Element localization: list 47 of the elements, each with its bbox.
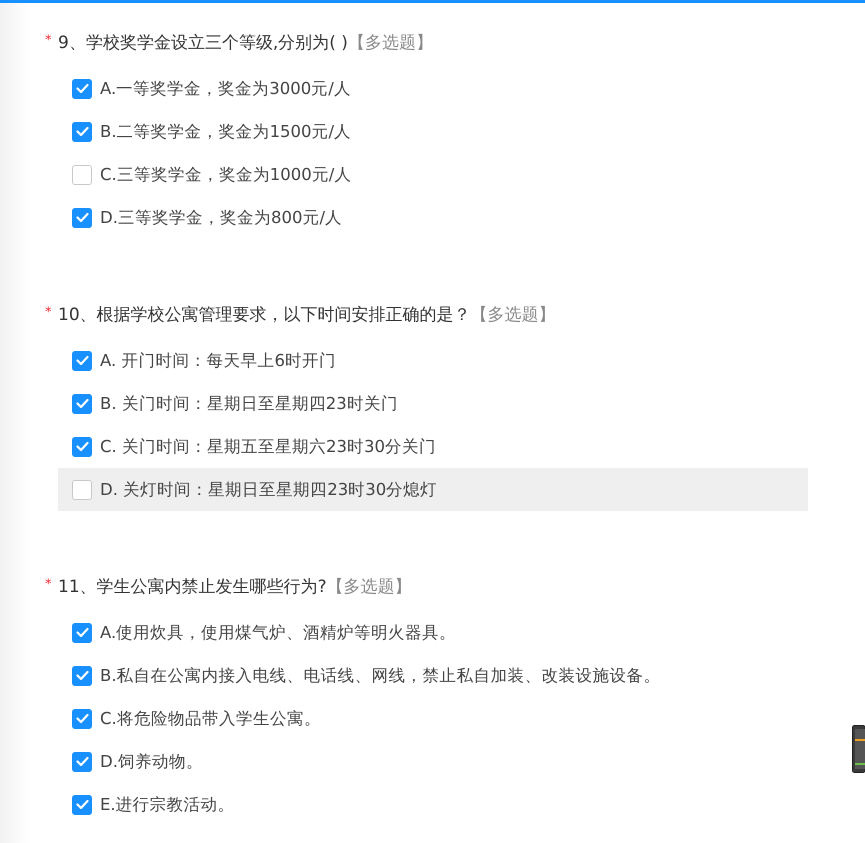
option-row[interactable]: B. 关门时间：星期日至星期四23时关门 (58, 382, 808, 425)
checkbox[interactable] (72, 708, 92, 728)
option-row[interactable]: A.一等奖学金，奖金为3000元/人 (58, 67, 808, 110)
option-row[interactable]: A.使用炊具，使用煤气炉、酒精炉等明火器具。 (58, 611, 808, 654)
option-row[interactable]: B.私自在公寓内接入电线、电话线、网线，禁止私自加装、改装设施设备。 (58, 654, 808, 697)
meter-drawing (852, 725, 865, 773)
checkbox[interactable] (72, 394, 92, 414)
checkmark-icon (76, 713, 88, 724)
question-type-tag: 【多选题】 (470, 302, 556, 326)
checkmark-icon (76, 627, 88, 638)
checkmark-icon (76, 212, 88, 223)
checkbox[interactable] (72, 122, 92, 142)
checkmark-icon (76, 398, 88, 409)
option-row[interactable]: C. 关门时间：星期五至星期六23时30分关门 (58, 425, 808, 468)
checkbox[interactable] (72, 480, 92, 500)
option-row[interactable]: B.二等奖学金，奖金为1500元/人 (58, 110, 808, 153)
checkmark-icon (76, 799, 88, 810)
option-row[interactable]: E.进行宗教活动。 (58, 783, 808, 826)
option-row[interactable]: D. 关灯时间：星期日至星期四23时30分熄灯 (58, 468, 808, 511)
required-mark: * (45, 32, 52, 48)
required-mark: * (45, 304, 52, 320)
checkbox[interactable] (72, 622, 92, 642)
checkbox[interactable] (72, 436, 92, 456)
option-row[interactable]: D.饲养动物。 (58, 740, 808, 783)
required-mark: * (45, 576, 52, 592)
checkmark-icon (76, 441, 88, 452)
checkbox[interactable] (72, 752, 92, 772)
option-row[interactable]: A. 开门时间：每天早上6时开门 (58, 339, 808, 382)
checkmark-icon (76, 670, 88, 681)
checkbox[interactable] (72, 794, 92, 814)
checkbox[interactable] (72, 350, 92, 370)
checkbox[interactable] (72, 164, 92, 184)
checkbox[interactable] (72, 666, 92, 686)
checkmark-icon (76, 126, 88, 137)
checkmark-icon (76, 83, 88, 94)
checkmark-icon (76, 756, 88, 767)
checkbox[interactable] (72, 78, 92, 98)
option-row[interactable]: C.将危险物品带入学生公寓。 (58, 697, 808, 740)
question-type-tag: 【多选题】 (326, 574, 412, 598)
option-row[interactable]: C.三等奖学金，奖金为1000元/人 (58, 153, 808, 196)
checkbox[interactable] (72, 208, 92, 228)
question-title: 10、根据学校公寓管理要求，以下时间安排正确的是？ (58, 304, 471, 326)
option-row[interactable]: D.三等奖学金，奖金为800元/人 (58, 196, 808, 239)
checkmark-icon (76, 355, 88, 366)
question-type-tag: 【多选题】 (348, 30, 433, 54)
question-title: 11、学生公寓内禁止发生哪些行为? (58, 576, 327, 598)
question-title: 9、学校奖学金设立三个等级,分别为( ) (58, 32, 348, 54)
